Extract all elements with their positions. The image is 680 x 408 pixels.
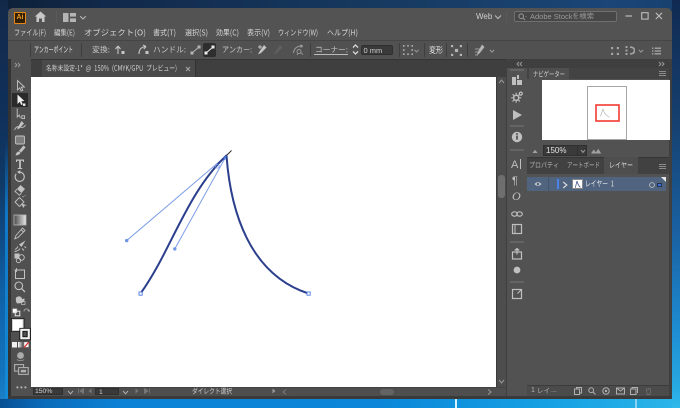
svg-text:¶: ¶ [512,175,518,186]
svg-text:A: A [511,159,519,170]
svg-text:O: O [512,190,521,202]
